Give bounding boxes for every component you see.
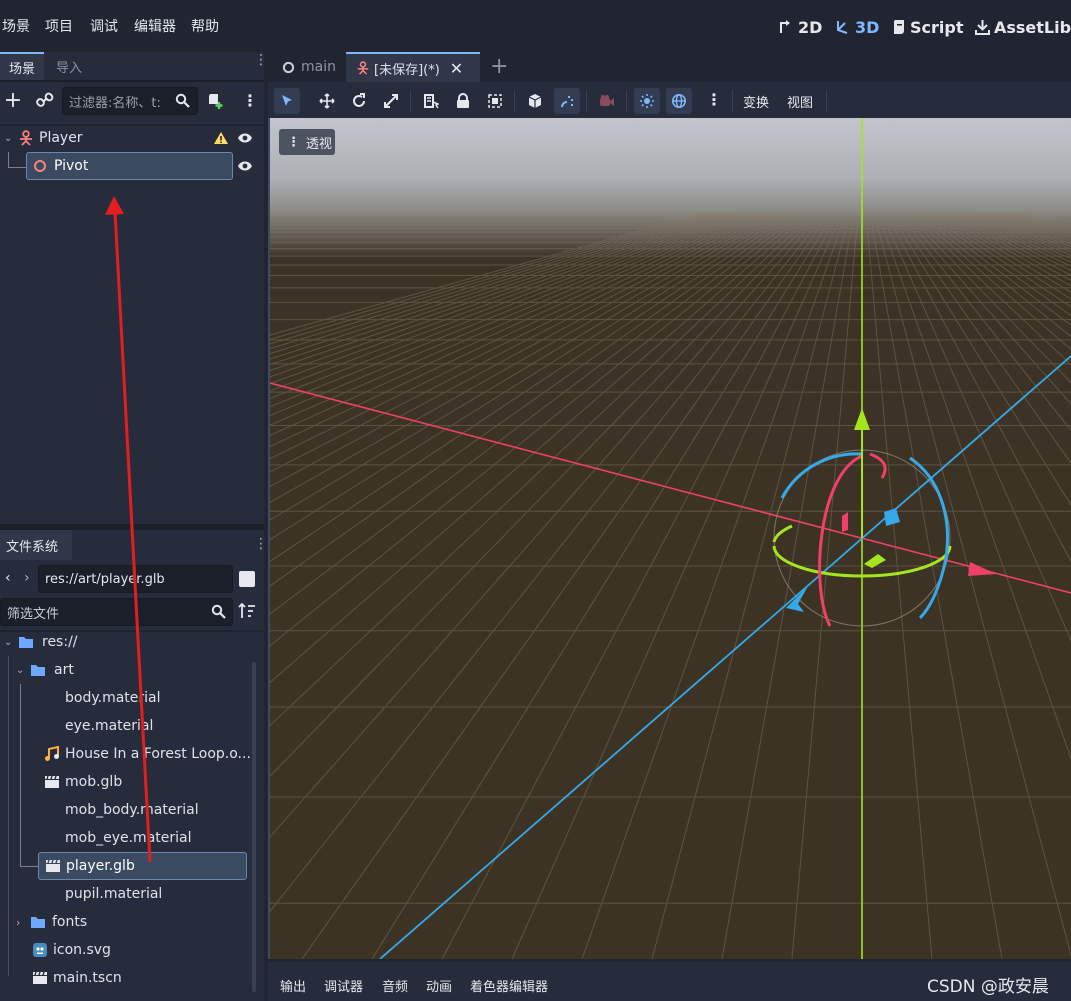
- bottom-tab-animation[interactable]: 动画: [426, 976, 452, 995]
- watermark: CSDN @政安晨: [927, 977, 1049, 997]
- bottom-tab-audio[interactable]: 音频: [382, 976, 408, 995]
- annotation-arrow-line: [113, 211, 152, 863]
- annotation-arrow-head: [105, 196, 124, 215]
- bottom-tab-output[interactable]: 输出: [280, 976, 306, 995]
- annotation-arrow: [105, 196, 152, 863]
- bottom-tab-shader-editor[interactable]: 着色器编辑器: [470, 976, 548, 995]
- bottom-tab-debugger[interactable]: 调试器: [324, 976, 363, 995]
